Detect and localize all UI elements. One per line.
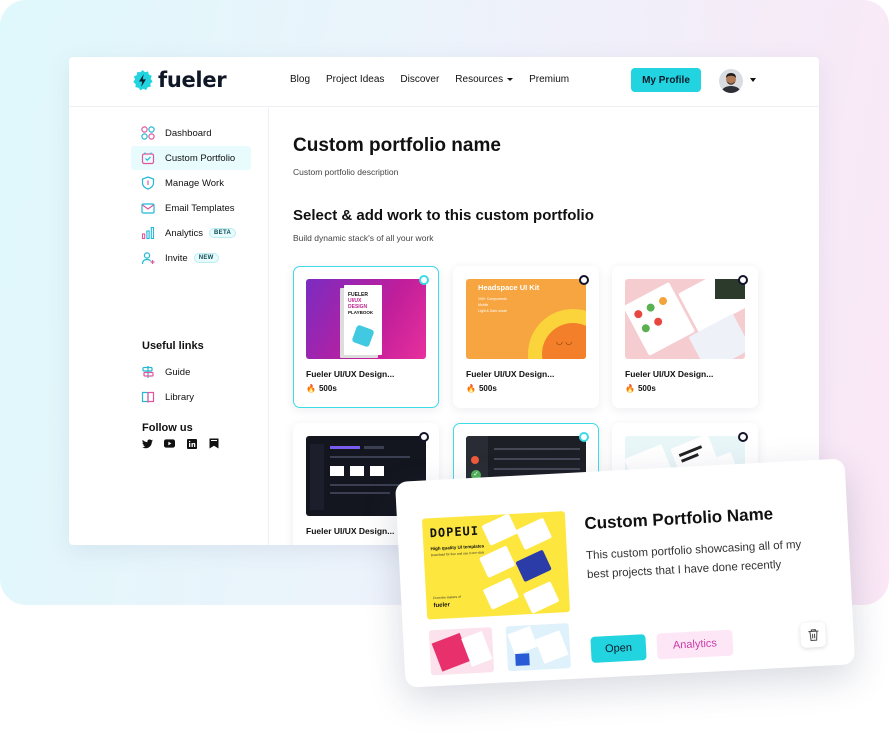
headspace-title: Headspace UI Kit — [478, 283, 540, 292]
linkedin-icon[interactable] — [186, 438, 197, 449]
user-plus-icon — [141, 251, 155, 265]
fire-icon: 🔥 — [466, 384, 476, 393]
youtube-icon[interactable] — [164, 438, 175, 449]
fueler-logo-mark-icon — [133, 69, 153, 90]
chart-icon — [141, 226, 155, 240]
guide-icon — [141, 365, 155, 379]
twitter-icon[interactable] — [142, 438, 153, 449]
shield-icon — [141, 176, 155, 190]
work-title: Fueler UI/UX Design... — [306, 369, 395, 379]
nav-resources-label: Resources — [455, 74, 504, 85]
select-dot[interactable] — [419, 432, 429, 442]
analytics-button[interactable]: Analytics — [656, 629, 734, 660]
portfolio-description: This custom portfolio showcasing all of … — [585, 538, 802, 582]
page-description: Custom portfolio description — [293, 167, 399, 177]
work-count-value: 500s — [637, 384, 656, 393]
work-count: 🔥 500s — [466, 384, 497, 393]
smile-icon: ◡ ◡ — [556, 337, 573, 346]
project-thumbnail-pink — [428, 627, 495, 676]
nav-discover[interactable]: Discover — [400, 74, 439, 85]
portfolio-name: Custom Portfolio Name — [583, 504, 774, 534]
nav-premium[interactable]: Premium — [529, 74, 569, 85]
work-card[interactable]: FUELER UI/UX DESIGN PLAYBOOK Fueler UI/U… — [293, 266, 439, 408]
sidebar-item-manage-work[interactable]: Manage Work — [131, 171, 251, 195]
sidebar-item-library[interactable]: Library — [131, 385, 251, 409]
work-count-value: 500s — [318, 384, 337, 393]
useful-links-heading: Useful links — [142, 340, 204, 352]
mail-icon — [141, 201, 155, 215]
portfolio-icon — [141, 151, 155, 165]
select-dot[interactable] — [579, 432, 589, 442]
select-dot[interactable] — [738, 275, 748, 285]
work-count: 🔥 500s — [625, 384, 656, 393]
book-art — [351, 324, 375, 348]
fire-icon: 🔥 — [625, 384, 635, 393]
brand-name: fueler — [158, 68, 227, 92]
book-title-4: PLAYBOOK — [348, 310, 374, 315]
section-title: Select & add work to this custom portfol… — [293, 207, 594, 224]
portfolio-preview-card: DOPEUI High quality UI templates Downloa… — [395, 458, 856, 688]
sidebar-item-analytics[interactable]: Analytics BETA — [131, 221, 251, 245]
nav-project-ideas[interactable]: Project Ideas — [326, 74, 384, 85]
select-dot[interactable] — [738, 432, 748, 442]
user-photo-icon — [719, 69, 743, 93]
dopeui-brand: fueler — [433, 602, 451, 610]
select-dot[interactable] — [579, 275, 589, 285]
section-subtitle: Build dynamic stack's of all your work — [293, 233, 434, 243]
sidebar-item-label: Email Templates — [165, 202, 235, 214]
sidebar-item-dashboard[interactable]: Dashboard — [131, 121, 251, 145]
top-header: fueler Blog Project Ideas Discover Resou… — [69, 57, 819, 107]
main-nav: Blog Project Ideas Discover Resources Pr… — [290, 74, 585, 85]
trash-icon — [807, 629, 818, 641]
open-button[interactable]: Open — [590, 634, 647, 663]
beta-badge: BETA — [209, 228, 237, 238]
dopeui-from: From the makers of — [433, 594, 461, 601]
my-profile-button[interactable]: My Profile — [631, 68, 701, 92]
bookmark-icon[interactable] — [208, 438, 219, 449]
sidebar-item-custom-portfolio[interactable]: Custom Portfolio — [131, 146, 251, 170]
work-thumbnail-headspace: Headspace UI Kit 100+ Components Mobile … — [466, 279, 586, 359]
fire-icon: 🔥 — [306, 384, 316, 393]
sidebar-item-label: Dashboard — [165, 127, 212, 139]
project-thumbnail-blue — [505, 623, 571, 672]
social-links — [142, 438, 219, 449]
avatar[interactable] — [719, 69, 743, 93]
sidebar-item-label: Invite — [165, 252, 188, 264]
new-badge: NEW — [193, 253, 219, 263]
page-title: Custom portfolio name — [293, 135, 501, 156]
sidebar-item-label: Custom Portfolio — [165, 152, 236, 164]
dashboard-icon — [141, 126, 155, 140]
sidebar-item-label: Manage Work — [165, 177, 224, 189]
work-card[interactable]: Fueler UI/UX Design... 🔥 500s — [612, 266, 758, 408]
work-count: 🔥 500s — [306, 384, 337, 393]
sidebar-item-label: Analytics — [165, 227, 204, 239]
book-cover: FUELER UI/UX DESIGN PLAYBOOK — [344, 285, 382, 355]
work-title: Fueler UI/UX Design... — [466, 369, 555, 379]
sidebar-item-label: Library — [165, 391, 195, 403]
work-thumbnail-book: FUELER UI/UX DESIGN PLAYBOOK — [306, 279, 426, 359]
follow-us-heading: Follow us — [142, 422, 193, 434]
sidebar-item-label: Guide — [165, 366, 191, 378]
headspace-line-3: Light & Dark mode — [478, 309, 507, 313]
work-thumbnail-food — [625, 279, 745, 359]
select-dot[interactable] — [419, 275, 429, 285]
sidebar-item-guide[interactable]: Guide — [131, 360, 251, 384]
work-title: Fueler UI/UX Design... — [625, 369, 714, 379]
dopeui-logo: DOPEUI — [429, 523, 480, 541]
work-count-value: 500s — [478, 384, 497, 393]
library-icon — [141, 390, 155, 404]
nav-blog[interactable]: Blog — [290, 74, 310, 85]
work-title: Fueler UI/UX Design... — [306, 526, 395, 536]
delete-button[interactable] — [799, 621, 827, 648]
nav-resources[interactable]: Resources — [455, 74, 514, 85]
sidebar: Dashboard Custom Portfolio Manage Work E… — [69, 108, 269, 545]
avatar-chevron-down-icon[interactable] — [750, 78, 756, 82]
sidebar-item-email-templates[interactable]: Email Templates — [131, 196, 251, 220]
chevron-down-icon — [507, 77, 514, 81]
dopeui-subline: Download for free and use it one-click — [430, 550, 485, 558]
work-card[interactable]: Headspace UI Kit 100+ Components Mobile … — [453, 266, 599, 408]
fueler-logo[interactable]: fueler — [131, 68, 227, 92]
dopeui-thumbnail: DOPEUI High quality UI templates Downloa… — [421, 511, 571, 620]
sidebar-item-invite[interactable]: Invite NEW — [131, 246, 251, 270]
